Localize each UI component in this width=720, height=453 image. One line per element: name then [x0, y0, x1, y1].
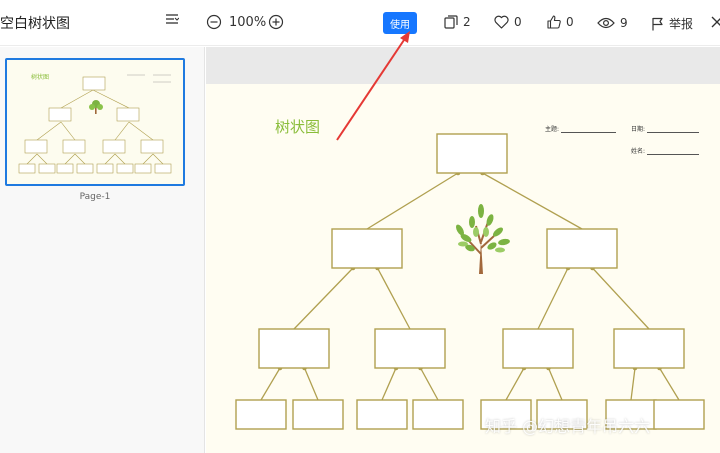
zoom-value: 100% [229, 15, 267, 30]
page-label: Page-1 [79, 192, 111, 202]
tree-box[interactable] [613, 328, 685, 369]
tree-box[interactable] [502, 328, 574, 369]
views-indicator: 9 [597, 16, 628, 30]
tree-connector [630, 367, 636, 401]
menu-collapse-icon [166, 14, 179, 24]
zoom-in-button[interactable] [268, 14, 284, 30]
zoom-out-button[interactable] [206, 14, 222, 30]
tree-box[interactable] [292, 399, 344, 430]
close-icon [711, 16, 720, 28]
zoom-in-icon [268, 14, 284, 30]
editor-canvas[interactable]: 树状图 主题: 日期: 姓名: [206, 47, 720, 453]
tree-connector [260, 367, 281, 401]
outline-menu-button[interactable] [165, 12, 179, 26]
page-thumbnail[interactable]: 树状图 [5, 58, 185, 186]
thumbnail-tree-icon [89, 100, 103, 114]
tree-box[interactable] [653, 399, 705, 430]
report-button[interactable]: 举报 [651, 15, 693, 32]
report-label: 举报 [669, 17, 694, 31]
tree-box[interactable] [258, 328, 330, 369]
copy-icon [444, 15, 458, 29]
tree-box[interactable] [331, 228, 403, 269]
flag-icon [652, 17, 663, 30]
eye-icon [597, 17, 615, 29]
tree-box[interactable] [412, 399, 464, 430]
tree-connector [592, 267, 650, 330]
toolbar: 空白树状图 100% 使用 2 0 0 9 举报 [0, 0, 720, 46]
tree-connector [537, 267, 569, 330]
tree-box[interactable] [546, 228, 618, 269]
use-template-button[interactable]: 使用 [383, 12, 417, 34]
close-button[interactable] [711, 16, 720, 28]
tree-box[interactable] [436, 133, 508, 174]
tree-connector [366, 172, 459, 230]
tree-connector [419, 367, 439, 401]
tree-box[interactable] [374, 328, 446, 369]
tree-connector [547, 367, 563, 401]
thumbnail-tree [18, 74, 172, 174]
heart-icon [494, 15, 509, 29]
thumbs-up-count: 0 [566, 15, 574, 29]
tree-box[interactable] [235, 399, 287, 430]
tree-illustration-icon [456, 204, 510, 274]
thumbs-up-button[interactable]: 0 [547, 15, 574, 29]
canvas-margin [206, 47, 720, 84]
copy-count: 2 [463, 15, 471, 29]
tree-connector [303, 367, 319, 401]
tree-connector [381, 367, 397, 401]
zoom-level: 100% [229, 15, 266, 30]
tree-connector [376, 267, 411, 330]
tree-box[interactable] [356, 399, 408, 430]
document-page[interactable]: 树状图 主题: 日期: 姓名: [206, 84, 720, 453]
tree-connector [658, 367, 680, 401]
tree-connector [505, 367, 525, 401]
watermark: 知乎 @幻想青年吊六六 [485, 417, 651, 436]
document-title: 空白树状图 [0, 16, 70, 32]
zoom-out-icon [206, 14, 222, 30]
thumbs-up-icon [547, 15, 561, 29]
tree-connector [293, 267, 354, 330]
like-count: 0 [514, 15, 522, 29]
like-button[interactable]: 0 [494, 15, 522, 29]
views-count: 9 [620, 16, 628, 30]
copy-count-button[interactable]: 2 [444, 15, 471, 29]
page-sidebar: 树状图 Page-1 [0, 47, 205, 453]
